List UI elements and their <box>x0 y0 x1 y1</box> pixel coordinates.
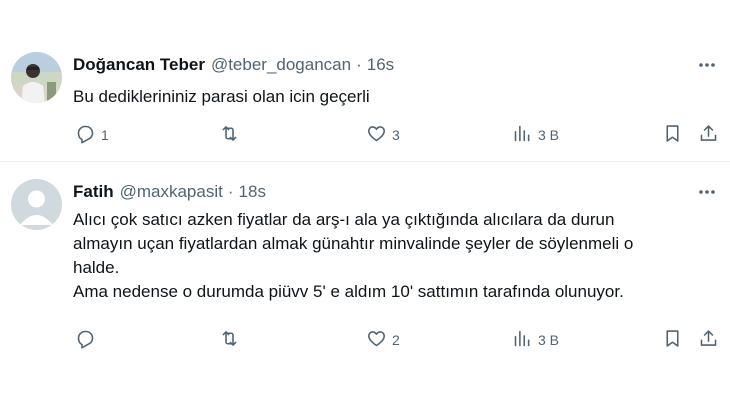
tweet[interactable]: Fatih @maxkapasit · 18s Alıcı çok satıcı… <box>0 163 730 363</box>
retweet-icon <box>219 123 240 147</box>
display-name[interactable]: Fatih <box>73 182 114 202</box>
views-icon <box>512 328 533 352</box>
more-icon[interactable] <box>696 54 718 76</box>
views-button[interactable]: 3 B <box>512 326 559 354</box>
tweet-text-line: Alıcı çok satıcı azken fiyatlar da arş-ı… <box>73 210 615 229</box>
like-button[interactable]: 2 <box>366 326 400 354</box>
tweet-text-line: almayın uçan fiyatlardan almak günahtır … <box>73 234 634 253</box>
share-button[interactable] <box>698 326 719 354</box>
tweet-text-line: Bu dediklerininiz parasi olan icin geçer… <box>73 87 370 106</box>
user-handle[interactable]: @maxkapasit <box>120 182 223 202</box>
bookmark-button[interactable] <box>662 326 683 354</box>
reply-icon <box>75 123 96 147</box>
share-icon <box>698 123 719 147</box>
separator-dot: · <box>356 55 362 74</box>
tweet-header: Fatih @maxkapasit · 18s <box>73 180 266 204</box>
reply-icon <box>75 328 96 352</box>
avatar[interactable] <box>11 52 62 103</box>
views-count: 3 B <box>538 127 560 143</box>
retweet-icon <box>219 328 240 352</box>
separator-dot: · <box>227 182 234 201</box>
reply-button[interactable] <box>75 326 101 354</box>
like-button[interactable]: 3 <box>366 121 400 149</box>
tweet-text-line: Ama nedense o durumda piüvv 5' e aldım 1… <box>73 282 624 301</box>
tweet-text: Alıcı çok satıcı azken fiyatlar da arş-ı… <box>73 208 723 304</box>
like-count: 2 <box>392 332 400 348</box>
share-icon <box>698 328 719 352</box>
tweet-header: Doğancan Teber @teber_dogancan · 16s <box>73 53 394 77</box>
tweet-text: Bu dediklerininiz parasi olan icin geçer… <box>73 85 723 109</box>
like-icon <box>366 123 387 147</box>
views-button[interactable]: 3 B <box>512 121 559 149</box>
tweet-text-line: halde. <box>73 258 120 277</box>
share-button[interactable] <box>698 121 719 149</box>
avatar[interactable] <box>11 179 62 230</box>
display-name[interactable]: Doğancan Teber <box>73 55 205 75</box>
tweet-actions: 2 3 B <box>73 326 730 354</box>
views-icon <box>512 123 533 147</box>
like-icon <box>366 328 387 352</box>
retweet-button[interactable] <box>219 326 245 354</box>
like-count: 3 <box>392 127 400 143</box>
views-count: 3 B <box>538 332 560 348</box>
default-avatar-icon <box>11 179 62 230</box>
reply-button[interactable]: 1 <box>75 121 109 149</box>
bookmark-icon <box>662 123 683 147</box>
bookmark-button[interactable] <box>662 121 683 149</box>
retweet-button[interactable] <box>219 121 245 149</box>
timestamp[interactable]: 16s <box>367 55 394 75</box>
timestamp[interactable]: 18s <box>239 182 266 202</box>
more-icon[interactable] <box>696 181 718 203</box>
reply-count: 1 <box>101 127 109 143</box>
user-handle[interactable]: @teber_dogancan <box>211 55 351 75</box>
bookmark-icon <box>662 328 683 352</box>
tweet-actions: 1 3 3 B <box>73 121 730 149</box>
tweet[interactable]: Doğancan Teber @teber_dogancan · 16s Bu … <box>0 40 730 162</box>
